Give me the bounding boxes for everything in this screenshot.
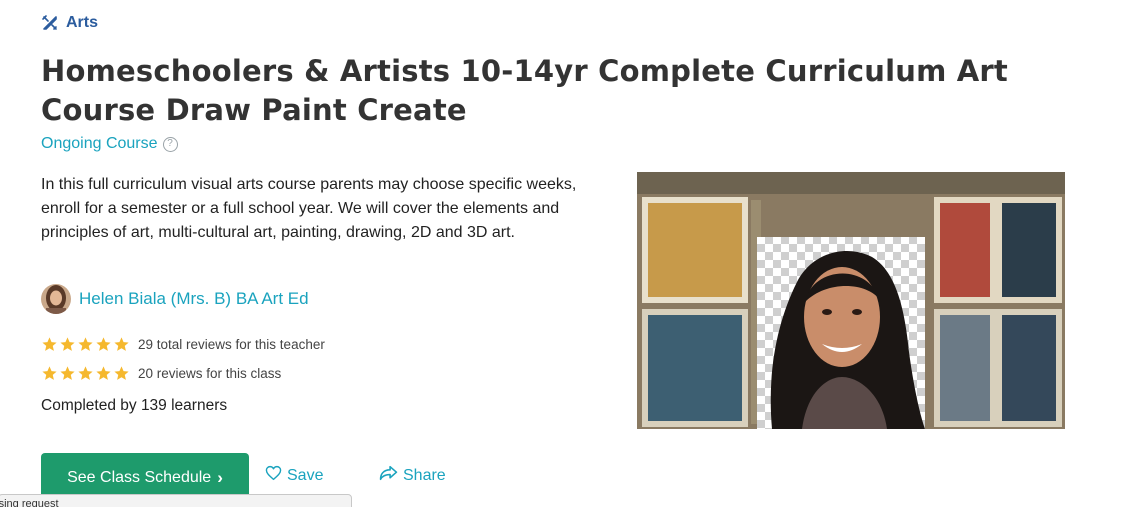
- teacher-link[interactable]: Helen Biala (Mrs. B) BA Art Ed: [41, 284, 309, 314]
- star-icon: [96, 337, 111, 351]
- share-arrow-icon: [379, 465, 398, 486]
- star-icon: [78, 337, 93, 351]
- avatar[interactable]: [41, 284, 71, 314]
- class-reviews-count[interactable]: 20 reviews for this class: [138, 366, 281, 381]
- star-icon: [114, 337, 129, 351]
- star-rating: [41, 336, 130, 353]
- class-listing-page: Arts Homeschoolers & Artists 10-14yr Com…: [0, 0, 1126, 507]
- course-type-label[interactable]: Ongoing Course: [41, 135, 158, 153]
- star-icon: [42, 337, 57, 351]
- class-hero-image: [637, 172, 1065, 429]
- browser-status-bar: essing request: [0, 494, 352, 507]
- star-icon: [60, 366, 75, 380]
- chevron-right-icon: ›: [217, 468, 223, 487]
- course-description: In this full curriculum visual arts cour…: [41, 176, 577, 241]
- save-button[interactable]: Save: [265, 465, 323, 486]
- completed-count: Completed by 139 learners: [41, 397, 228, 414]
- question-circle-icon[interactable]: ?: [162, 136, 178, 152]
- category-link[interactable]: Arts: [41, 14, 98, 32]
- category-label: Arts: [66, 14, 99, 31]
- status-text: essing request: [0, 498, 59, 507]
- share-button[interactable]: Share: [379, 465, 446, 486]
- star-rating: [41, 365, 130, 382]
- class-rating[interactable]: 20 reviews for this class: [41, 365, 281, 382]
- star-icon: [78, 366, 93, 380]
- star-icon: [114, 366, 129, 380]
- page-title: Homeschoolers & Artists 10-14yr Complete…: [41, 54, 1008, 127]
- heart-icon: [265, 465, 282, 486]
- share-label: Share: [403, 466, 446, 484]
- course-type: Ongoing Course ?: [41, 135, 178, 153]
- brush-pencil-icon: [41, 14, 59, 32]
- teacher-reviews-count[interactable]: 29 total reviews for this teacher: [138, 337, 325, 352]
- see-class-schedule-label: See Class Schedule: [67, 469, 212, 486]
- star-icon: [42, 366, 57, 380]
- save-label: Save: [287, 466, 324, 484]
- star-icon: [60, 337, 75, 351]
- teacher-name[interactable]: Helen Biala (Mrs. B) BA Art Ed: [79, 289, 309, 309]
- teacher-rating[interactable]: 29 total reviews for this teacher: [41, 336, 325, 353]
- star-icon: [96, 366, 111, 380]
